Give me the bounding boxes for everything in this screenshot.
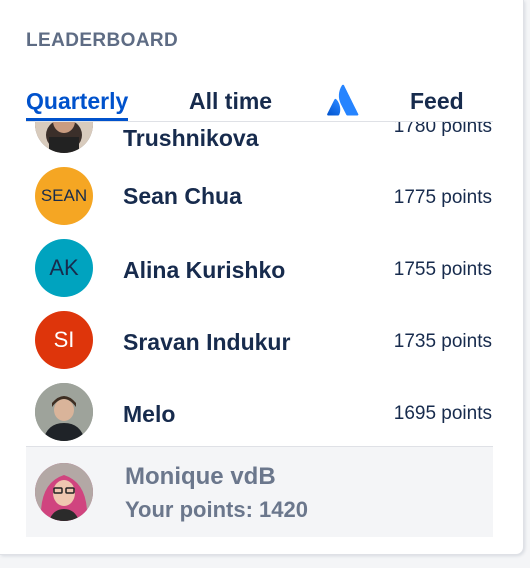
leader-points: 1735 points	[393, 331, 492, 352]
tab-all-time[interactable]: All time	[189, 88, 272, 115]
leaderboard-tabs: Quarterly All time Feed	[0, 84, 523, 122]
atlassian-logo-icon	[327, 84, 359, 116]
tabs-divider	[26, 121, 493, 122]
user-avatar-initials: SEAN	[35, 167, 93, 225]
leader-points: 1775 points	[393, 187, 492, 208]
leader-points: 1695 points	[393, 403, 492, 424]
leader-name: Sravan Indukur	[123, 329, 291, 355]
user-avatar-initials: SI	[35, 311, 93, 369]
leader-points: 1755 points	[393, 259, 492, 280]
tab-quarterly[interactable]: Quarterly	[26, 88, 129, 121]
leader-name: Melo	[123, 401, 176, 427]
leaderboard-card: Trushnikova 1780 points SEAN Sean Chua 1…	[0, 0, 524, 555]
avatar-initials: SI	[53, 327, 75, 352]
leader-name: Sean Chua	[123, 183, 242, 209]
leaderboard-row[interactable]: SI Sravan Indukur 1735 points	[0, 304, 523, 376]
leaderboard-row[interactable]: Melo 1695 points	[0, 376, 523, 448]
user-avatar-initials: AK	[35, 239, 93, 297]
user-avatar-photo	[35, 383, 93, 441]
leader-name: Trushnikova	[123, 125, 259, 151]
avatar-initials: AK	[49, 255, 79, 280]
tab-feed[interactable]: Feed	[410, 88, 464, 115]
leaderboard-row[interactable]: AK Alina Kurishko 1755 points	[0, 232, 523, 304]
tab-atlassian[interactable]	[326, 84, 362, 116]
leaderboard-row[interactable]: SEAN Sean Chua 1775 points	[0, 160, 523, 232]
avatar-initials: SEAN	[40, 186, 88, 205]
leader-name: Alina Kurishko	[123, 257, 286, 283]
